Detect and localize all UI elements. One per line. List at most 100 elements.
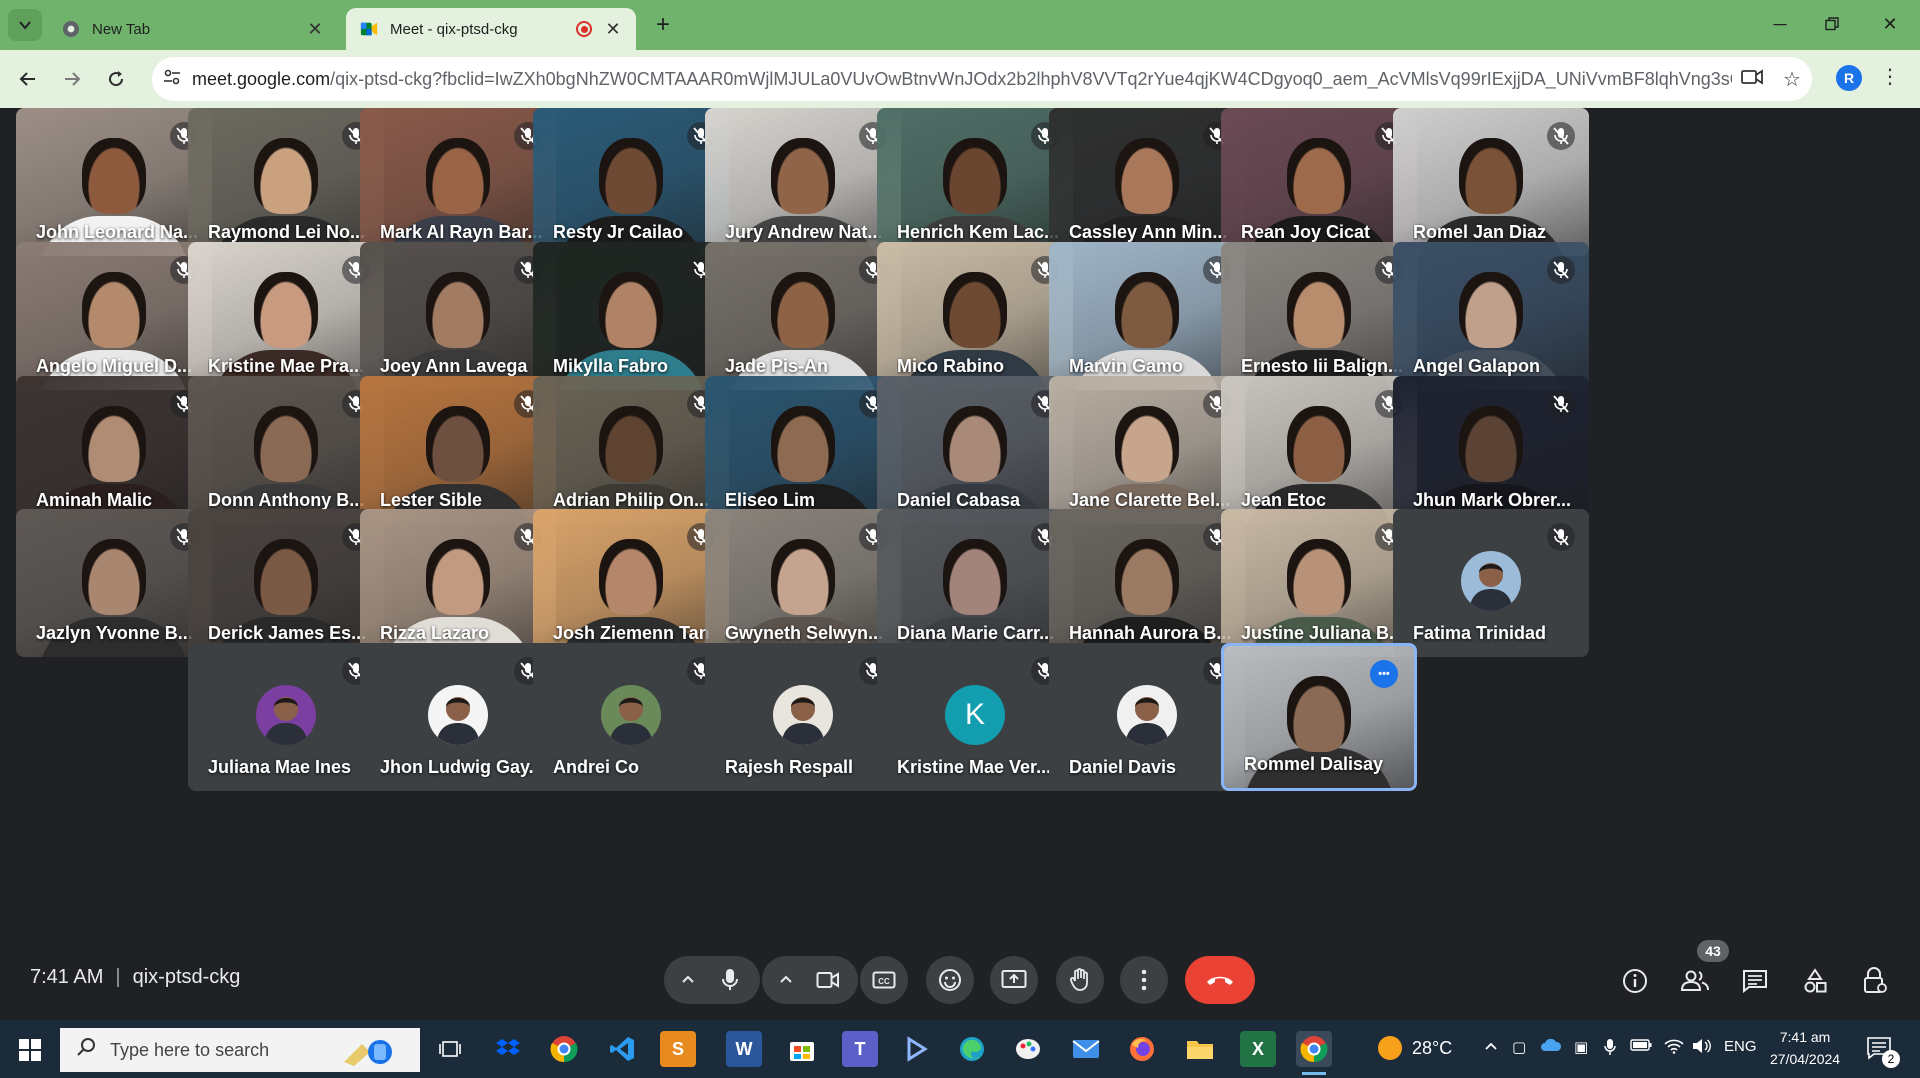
participant-tile[interactable]: Joey Ann Lavega [360,242,556,390]
participant-tile[interactable]: Donn Anthony B... [188,376,384,524]
notification-center-button[interactable]: 2 [1866,1036,1900,1068]
participant-tile[interactable]: Mico Rabino [877,242,1073,390]
address-bar[interactable]: meet.google.com/qix-ptsd-ckg?fbclid=IwZX… [152,57,1812,101]
word-icon[interactable]: W [726,1031,762,1067]
new-tab-button[interactable]: + [648,10,678,40]
browser-menu-icon[interactable]: ⋮ [1880,64,1900,89]
participant-tile[interactable]: Kristine Mae Pra... [188,242,384,390]
bookmark-star-icon[interactable]: ☆ [1772,67,1812,92]
microsoft-store-icon[interactable] [784,1031,820,1067]
participant-tile[interactable]: Adrian Philip On... [533,376,729,524]
participant-tile[interactable]: Daniel Cabasa [877,376,1073,524]
participant-tile[interactable]: Jhun Mark Obrer... [1393,376,1589,524]
video-options-chevron-icon[interactable] [768,971,804,989]
participant-tile[interactable]: Andrei Co [533,643,729,791]
forward-button[interactable] [54,61,90,97]
tab-search-button[interactable] [8,9,42,41]
participant-tile[interactable]: Gwyneth Selwyn... [705,509,901,657]
microphone-button[interactable] [706,956,754,1004]
participant-tile[interactable]: Diana Marie Carr... [877,509,1073,657]
host-controls-button[interactable] [1858,966,1892,996]
site-info-icon[interactable] [152,69,192,90]
camera-in-use-icon[interactable] [1732,68,1772,91]
minimize-window-icon[interactable]: ─ [1760,8,1800,40]
participant-tile[interactable]: Jade Pis-An [705,242,901,390]
participant-tile[interactable]: Jhon Ludwig Gay... [360,643,556,791]
activities-button[interactable] [1798,966,1832,996]
people-button[interactable] [1678,966,1712,996]
volume-icon[interactable] [1692,1038,1712,1058]
participant-tile[interactable]: Cassley Ann Min... [1049,108,1245,256]
participant-tile[interactable]: Aminah Malic [16,376,212,524]
participant-tile[interactable]: Mark Al Rayn Bar... [360,108,556,256]
participant-tile[interactable]: Jury Andrew Nat... [705,108,901,256]
start-button[interactable] [12,1032,48,1068]
captions-button[interactable]: CC [860,956,908,1004]
participant-tile[interactable]: Angelo Miguel D... [16,242,212,390]
system-clock[interactable]: 7:41 am 27/04/2024 [1770,1026,1840,1070]
reactions-button[interactable] [926,956,974,1004]
participant-tile[interactable]: Jean Etoc [1221,376,1417,524]
participant-tile[interactable]: Justine Juliana B... [1221,509,1417,657]
copilot-icon[interactable] [898,1031,934,1067]
participant-tile[interactable]: Fatima Trinidad [1393,509,1589,657]
sublime-text-icon[interactable]: S [660,1031,696,1067]
participant-tile[interactable]: Marvin Gamo [1049,242,1245,390]
participant-tile[interactable]: Josh Ziemenn Tan [533,509,729,657]
vpn-icon[interactable]: ▣ [1574,1038,1588,1056]
participant-tile[interactable]: Rean Joy Cicat [1221,108,1417,256]
tab-new-tab[interactable]: New Tab ✕ [48,8,338,50]
tab-meet[interactable]: Meet - qix-ptsd-ckg ✕ [346,8,636,50]
teams-icon[interactable]: T [842,1031,878,1067]
webcam-tray-icon[interactable]: ▢ [1512,1038,1526,1056]
close-tab-icon[interactable]: ✕ [604,19,622,40]
participant-tile[interactable]: Mikylla Fabro [533,242,729,390]
meeting-details-button[interactable] [1618,966,1652,996]
close-window-icon[interactable]: ✕ [1870,8,1910,40]
reload-button[interactable] [98,61,134,97]
onedrive-icon[interactable] [1540,1038,1562,1056]
participant-tile[interactable]: K Kristine Mae Ver... [877,643,1073,791]
participant-tile[interactable]: Rizza Lazaro [360,509,556,657]
taskbar-search-box[interactable]: Type here to search [60,1028,420,1072]
participant-tile[interactable]: Resty Jr Cailao [533,108,729,256]
chat-button[interactable] [1738,966,1772,996]
participant-tile[interactable]: Derick James Es... [188,509,384,657]
participant-tile[interactable]: Angel Galapon [1393,242,1589,390]
paint-icon[interactable] [1010,1031,1046,1067]
participant-tile[interactable]: Rommel Dalisay ••• [1221,643,1417,791]
participant-tile[interactable]: Juliana Mae Ines [188,643,384,791]
participant-tile[interactable]: John Leonard Na... [16,108,212,256]
edge-icon[interactable] [954,1031,990,1067]
chrome-running-icon[interactable] [1296,1031,1332,1075]
participant-tile[interactable]: Romel Jan Diaz [1393,108,1589,256]
participant-tile[interactable]: Jane Clarette Bel... [1049,376,1245,524]
audio-options-chevron-icon[interactable] [670,971,706,989]
present-screen-button[interactable] [990,956,1038,1004]
microphone-tray-icon[interactable] [1604,1038,1616,1060]
leave-call-button[interactable] [1185,956,1255,1004]
dropbox-icon[interactable] [490,1031,526,1067]
weather-widget[interactable]: 28°C [1378,1036,1452,1060]
participant-tile[interactable]: Ernesto Iii Balign... [1221,242,1417,390]
file-explorer-icon[interactable] [1182,1031,1218,1067]
restore-window-icon[interactable] [1812,8,1852,40]
camera-button[interactable] [804,971,852,989]
battery-icon[interactable] [1630,1038,1652,1055]
chrome-app-icon[interactable] [546,1031,582,1067]
raise-hand-button[interactable] [1056,956,1104,1004]
back-button[interactable] [10,61,46,97]
mail-icon[interactable] [1068,1031,1104,1067]
excel-icon[interactable]: X [1240,1031,1276,1067]
input-language[interactable]: ENG [1724,1038,1757,1055]
firefox-icon[interactable] [1124,1031,1160,1067]
participant-tile[interactable]: Hannah Aurora B... [1049,509,1245,657]
show-hidden-icons-icon[interactable] [1484,1038,1498,1055]
vscode-icon[interactable] [604,1031,640,1067]
participant-tile[interactable]: Rajesh Respall [705,643,901,791]
more-options-button[interactable] [1120,956,1168,1004]
participant-tile[interactable]: Henrich Kem Lac... [877,108,1073,256]
participant-tile[interactable]: Jazlyn Yvonne B... [16,509,212,657]
participant-tile[interactable]: Raymond Lei No... [188,108,384,256]
participant-tile[interactable]: Lester Sible [360,376,556,524]
